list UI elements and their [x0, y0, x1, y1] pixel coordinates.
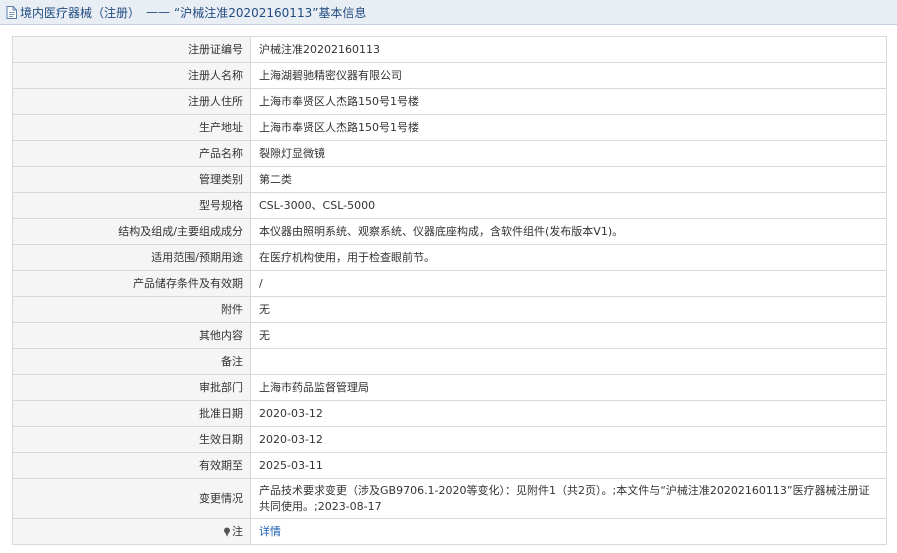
- row-label-model: 型号规格: [12, 192, 251, 219]
- table-row: 产品名称 裂隙灯显微镜: [12, 140, 887, 167]
- row-value-attachment: 无: [250, 296, 887, 323]
- row-label-approval-date: 批准日期: [12, 400, 251, 427]
- row-value-effective-date: 2020-03-12: [250, 426, 887, 453]
- row-value-other: 无: [250, 322, 887, 349]
- row-label-structure: 结构及组成/主要组成成分: [12, 218, 251, 245]
- table-row: 注 详情: [12, 518, 887, 545]
- table-row: 结构及组成/主要组成成分 本仪器由照明系统、观察系统、仪器底座构成，含软件组件(…: [12, 218, 887, 245]
- row-value-registrant: 上海湖碧驰精密仪器有限公司: [250, 62, 887, 89]
- table-row: 审批部门 上海市药品监督管理局: [12, 374, 887, 401]
- table-row: 批准日期 2020-03-12: [12, 400, 887, 427]
- row-value-approval-date: 2020-03-12: [250, 400, 887, 427]
- row-label-product-name: 产品名称: [12, 140, 251, 167]
- row-value-model: CSL-3000、CSL-5000: [250, 192, 887, 219]
- row-label-other: 其他内容: [12, 322, 251, 349]
- document-icon: [6, 5, 17, 19]
- page-header: 境内医疗器械（注册） —— “沪械注准20202160113”基本信息: [0, 0, 897, 25]
- table-row: 产品储存条件及有效期 /: [12, 270, 887, 297]
- table-row: 管理类别 第二类: [12, 166, 887, 193]
- row-value-reg-no: 沪械注准20202160113: [250, 36, 887, 63]
- row-value-expiry-date: 2025-03-11: [250, 452, 887, 479]
- header-separator: ——: [146, 5, 171, 19]
- row-label-attachment: 附件: [12, 296, 251, 323]
- row-value-production-addr: 上海市奉贤区人杰路150号1号楼: [250, 114, 887, 141]
- row-label-reg-no: 注册证编号: [12, 36, 251, 63]
- row-value-storage: /: [250, 270, 887, 297]
- row-value-registrant-addr: 上海市奉贤区人杰路150号1号楼: [250, 88, 887, 115]
- row-value-structure: 本仪器由照明系统、观察系统、仪器底座构成，含软件组件(发布版本V1)。: [250, 218, 887, 245]
- table-row: 有效期至 2025-03-11: [12, 452, 887, 479]
- note-label-text: 注: [232, 524, 243, 538]
- row-label-expiry-date: 有效期至: [12, 452, 251, 479]
- row-label-remark: 备注: [12, 348, 251, 375]
- row-label-scope: 适用范围/预期用途: [12, 244, 251, 271]
- table-row: 生效日期 2020-03-12: [12, 426, 887, 453]
- table-row: 生产地址 上海市奉贤区人杰路150号1号楼: [12, 114, 887, 141]
- table-row: 变更情况 产品技术要求变更（涉及GB9706.1-2020等变化）：见附件1（共…: [12, 478, 887, 519]
- row-value-scope: 在医疗机构使用，用于检查眼前节。: [250, 244, 887, 271]
- pin-icon: [224, 527, 230, 537]
- row-label-registrant: 注册人名称: [12, 62, 251, 89]
- row-label-class: 管理类别: [12, 166, 251, 193]
- table-row: 型号规格 CSL-3000、CSL-5000: [12, 192, 887, 219]
- row-label-storage: 产品储存条件及有效期: [12, 270, 251, 297]
- row-label-note: 注: [12, 518, 251, 545]
- table-row: 附件 无: [12, 296, 887, 323]
- row-label-effective-date: 生效日期: [12, 426, 251, 453]
- row-value-note: 详情: [250, 518, 887, 545]
- row-value-product-name: 裂隙灯显微镜: [250, 140, 887, 167]
- row-label-registrant-addr: 注册人住所: [12, 88, 251, 115]
- table-row: 注册证编号 沪械注准20202160113: [12, 36, 887, 63]
- table-row: 备注: [12, 348, 887, 375]
- row-value-approval-dept: 上海市药品监督管理局: [250, 374, 887, 401]
- row-label-production-addr: 生产地址: [12, 114, 251, 141]
- row-label-approval-dept: 审批部门: [12, 374, 251, 401]
- row-value-changes: 产品技术要求变更（涉及GB9706.1-2020等变化）：见附件1（共2页）。;…: [250, 478, 887, 519]
- table-row: 注册人住所 上海市奉贤区人杰路150号1号楼: [12, 88, 887, 115]
- row-value-remark: [250, 348, 887, 375]
- header-category: 境内医疗器械（注册）: [20, 5, 141, 20]
- table-row: 注册人名称 上海湖碧驰精密仪器有限公司: [12, 62, 887, 89]
- header-title: “沪械注准20202160113”基本信息: [174, 5, 367, 20]
- row-value-class: 第二类: [250, 166, 887, 193]
- table-row: 其他内容 无: [12, 322, 887, 349]
- detail-link[interactable]: 详情: [259, 525, 281, 538]
- row-label-changes: 变更情况: [12, 478, 251, 519]
- registration-info-table: 注册证编号 沪械注准20202160113 注册人名称 上海湖碧驰精密仪器有限公…: [12, 36, 887, 545]
- table-row: 适用范围/预期用途 在医疗机构使用，用于检查眼前节。: [12, 244, 887, 271]
